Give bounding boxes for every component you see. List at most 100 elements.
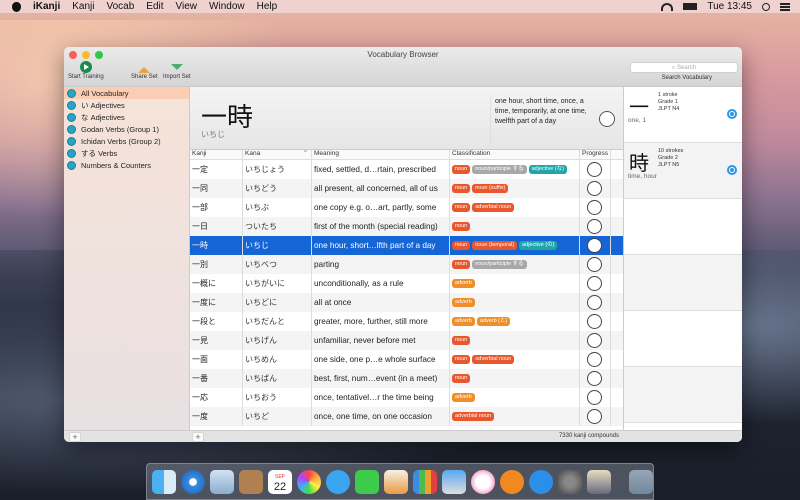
cell-meaning: all at once bbox=[312, 293, 450, 312]
table-row[interactable]: 一面 いちめん one side, one p…e whole surface nou… bbox=[190, 350, 623, 369]
messages-icon[interactable] bbox=[326, 469, 350, 494]
cell-meaning: one hour, short…lfth part of a day bbox=[312, 236, 450, 255]
battery-icon[interactable] bbox=[683, 3, 698, 10]
search-input[interactable]: ⌕ Search bbox=[630, 62, 738, 73]
table-row[interactable]: 一定 いちじょう fixed, settled, d…rtain, prescrib… bbox=[190, 160, 623, 179]
cell-kana: いちべつ bbox=[243, 255, 312, 274]
sidebar-item-na-adjectives[interactable]: な Adjectives bbox=[64, 111, 189, 123]
progress-circle-icon[interactable] bbox=[587, 333, 602, 348]
cell-meaning: best, first, num…event (in a meet) bbox=[312, 369, 450, 388]
progress-circle-icon[interactable] bbox=[587, 314, 602, 329]
import-set-button[interactable]: Import Set bbox=[163, 61, 191, 80]
menu-window[interactable]: Window bbox=[209, 1, 245, 12]
cell-classification: adverb bbox=[450, 388, 580, 407]
sidebar-item-label: Ichidan Verbs (Group 2) bbox=[81, 136, 161, 146]
menu-view[interactable]: View bbox=[176, 1, 198, 12]
table-row[interactable]: 一応 いちおう once, tentativel…r the time being a… bbox=[190, 388, 623, 407]
cell-kanji: 一同 bbox=[190, 179, 243, 198]
start-training-button[interactable]: Start Training bbox=[68, 61, 104, 80]
progress-circle-icon[interactable] bbox=[587, 390, 602, 405]
kanji-lookup-icon[interactable] bbox=[727, 109, 737, 119]
progress-circle-icon[interactable] bbox=[587, 200, 602, 215]
share-set-button[interactable]: Share Set bbox=[131, 61, 158, 80]
sidebar-item-ichidan-verbs[interactable]: Ichidan Verbs (Group 2) bbox=[64, 135, 189, 147]
progress-circle-icon[interactable] bbox=[587, 238, 602, 253]
table-row[interactable]: 一概に いちがいに unconditionally, as a rule adverb bbox=[190, 274, 623, 293]
column-header-kana[interactable]: Kana ^ bbox=[243, 150, 312, 159]
menu-clock[interactable]: Tue 13:45 bbox=[707, 1, 752, 12]
cell-meaning: parting bbox=[312, 255, 450, 274]
notification-center-icon[interactable] bbox=[780, 2, 790, 11]
add-set-button[interactable]: + bbox=[69, 432, 81, 442]
play-icon bbox=[79, 61, 92, 73]
table-row[interactable]: 一番 いちばん best, first, num…event (in a meet)… bbox=[190, 369, 623, 388]
ikanji-icon[interactable] bbox=[587, 469, 611, 494]
trash-icon[interactable] bbox=[629, 469, 653, 494]
menu-help[interactable]: Help bbox=[257, 1, 278, 12]
kanji-lookup-icon[interactable] bbox=[727, 165, 737, 175]
kanji-card[interactable]: 時 10 strokes Grade 2 JLPT N5 time, hour bbox=[624, 143, 742, 199]
progress-circle-icon[interactable] bbox=[587, 257, 602, 272]
classification-tag: adverb bbox=[452, 393, 475, 402]
itunes-icon[interactable] bbox=[471, 469, 495, 494]
menu-vocab[interactable]: Vocab bbox=[106, 1, 134, 12]
sidebar-item-label: All Vocabulary bbox=[81, 88, 129, 98]
table-row[interactable]: 一日 ついたち first of the month (special readin… bbox=[190, 217, 623, 236]
cell-progress bbox=[580, 293, 611, 312]
list-icon bbox=[67, 112, 76, 122]
menu-kanji[interactable]: Kanji bbox=[72, 1, 94, 12]
keynote-icon[interactable] bbox=[442, 469, 466, 494]
contacts-icon[interactable] bbox=[239, 469, 263, 494]
progress-circle-icon[interactable] bbox=[587, 409, 602, 424]
progress-circle-icon[interactable] bbox=[587, 276, 602, 291]
table-row[interactable]: 一時 いちじ one hour, short…lfth part of a day n… bbox=[190, 236, 623, 255]
sidebar-item-numbers-counters[interactable]: Numbers & Counters bbox=[64, 159, 189, 171]
mail-icon[interactable] bbox=[210, 469, 234, 494]
progress-circle-icon[interactable] bbox=[587, 162, 602, 177]
classification-tag: noun (suffix) bbox=[472, 184, 509, 193]
progress-circle-icon[interactable] bbox=[587, 181, 602, 196]
menu-edit[interactable]: Edit bbox=[146, 1, 163, 12]
system-preferences-icon[interactable] bbox=[558, 469, 582, 494]
safari-icon[interactable] bbox=[181, 469, 205, 494]
spotlight-icon[interactable] bbox=[762, 2, 770, 11]
table-row[interactable]: 一部 いちぶ one copy e.g. o…art, partly, some no… bbox=[190, 198, 623, 217]
sidebar-item-i-adjectives[interactable]: い Adjectives bbox=[64, 99, 189, 111]
finder-icon[interactable] bbox=[152, 469, 176, 494]
table-row[interactable]: 一同 いちどう all present, all concerned, all of… bbox=[190, 179, 623, 198]
facetime-icon[interactable] bbox=[355, 469, 379, 494]
cell-kana: いちばん bbox=[243, 369, 312, 388]
numbers-icon[interactable] bbox=[413, 469, 437, 494]
sidebar-item-godan-verbs[interactable]: Godan Verbs (Group 1) bbox=[64, 123, 189, 135]
column-header-classification[interactable]: Classification bbox=[450, 150, 580, 159]
sidebar-item-label: する Verbs bbox=[81, 148, 118, 158]
app-store-icon[interactable] bbox=[529, 469, 553, 494]
table-row[interactable]: 一度 いちど once, one time, on one occasion adve… bbox=[190, 407, 623, 426]
kanji-card[interactable]: 一 1 stroke Grade 1 JLPT N4 one, 1 bbox=[624, 87, 742, 143]
progress-circle-icon[interactable] bbox=[587, 219, 602, 234]
table-row[interactable]: 一度に いちどに all at once adverb bbox=[190, 293, 623, 312]
detail-kana: いちじ bbox=[201, 130, 225, 139]
column-header-progress[interactable]: Progress bbox=[580, 150, 611, 159]
sidebar-footer: + bbox=[64, 430, 190, 442]
sidebar-item-all-vocabulary[interactable]: All Vocabulary bbox=[64, 87, 189, 99]
pages-icon[interactable] bbox=[384, 469, 408, 494]
classification-tag: noun bbox=[452, 355, 471, 364]
progress-circle-icon[interactable] bbox=[587, 371, 602, 386]
progress-circle-icon[interactable] bbox=[587, 352, 602, 367]
sidebar-item-suru-verbs[interactable]: する Verbs bbox=[64, 147, 189, 159]
wifi-icon[interactable] bbox=[661, 2, 674, 11]
menu-app-name[interactable]: iKanji bbox=[33, 1, 60, 12]
add-vocab-button[interactable]: + bbox=[192, 432, 204, 442]
progress-circle-icon[interactable] bbox=[587, 295, 602, 310]
column-header-meaning[interactable]: Meaning bbox=[312, 150, 450, 159]
table-row[interactable]: 一見 いちげん unfamiliar, never before met noun bbox=[190, 331, 623, 350]
apple-menu-icon[interactable] bbox=[12, 1, 21, 12]
table-row[interactable]: 一段と いちだんと greater, more, further, still mo… bbox=[190, 312, 623, 331]
kanji-card-jlpt: JLPT N5 bbox=[658, 162, 680, 168]
ibooks-icon[interactable] bbox=[500, 469, 524, 494]
column-header-kanji[interactable]: Kanji bbox=[190, 150, 243, 159]
table-row[interactable]: 一別 いちべつ parting noun noun/participle する bbox=[190, 255, 623, 274]
calendar-icon[interactable]: SEP 22 bbox=[268, 469, 292, 494]
photos-icon[interactable] bbox=[297, 469, 321, 494]
